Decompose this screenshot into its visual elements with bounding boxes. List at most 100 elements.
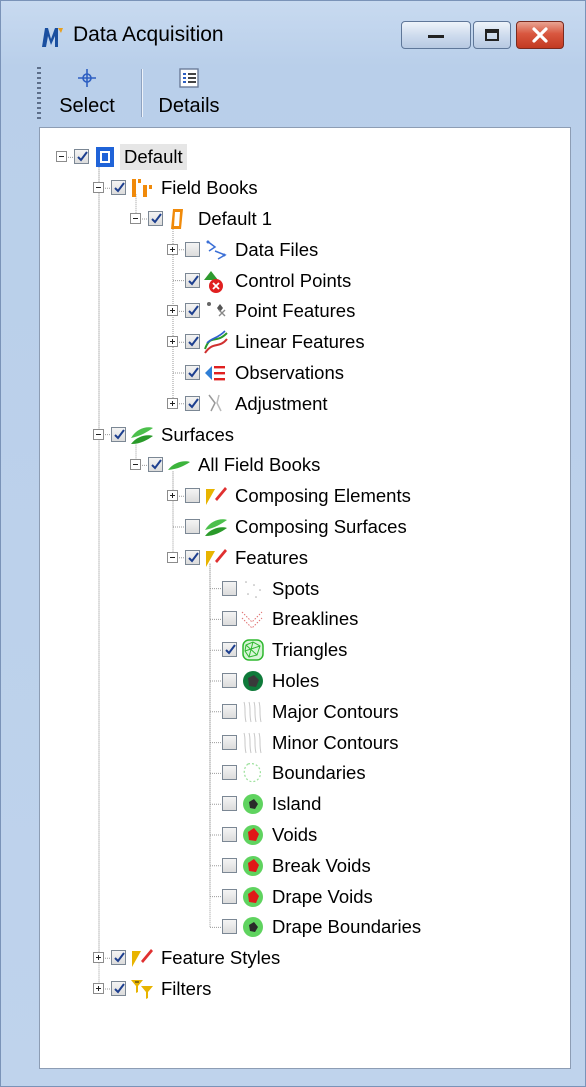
collapse-toggle-default[interactable]: [56, 151, 67, 163]
checkmark-icon: [188, 367, 199, 378]
tree-node-spots[interactable]: Spots: [40, 574, 570, 604]
field-book-icon: [171, 209, 183, 229]
toolbar: Select Details: [31, 63, 561, 123]
tree-node-linear-features[interactable]: Linear Features: [40, 327, 570, 357]
expand-toggle-feature-styles[interactable]: [93, 952, 104, 964]
tree-node-label: Adjustment: [235, 392, 328, 414]
checkbox-minor-contours[interactable]: [222, 734, 237, 750]
minimize-button[interactable]: [401, 21, 471, 49]
checkbox-triangles[interactable]: [222, 642, 237, 658]
checkmark-icon: [114, 983, 125, 994]
tree-node-drape-boundaries[interactable]: Drape Boundaries: [40, 912, 570, 942]
collapse-toggle-default-1[interactable]: [130, 213, 141, 224]
tree-node-label: Observations: [235, 362, 344, 383]
expand-toggle-filters[interactable]: [93, 983, 104, 994]
checkbox-observations[interactable]: [185, 365, 200, 380]
title-bar[interactable]: Data Acquisition: [1, 1, 585, 67]
tree-node-break-voids[interactable]: Break Voids: [40, 851, 570, 881]
tree-node-control-points[interactable]: Control Points: [40, 266, 570, 296]
toolbar-grip[interactable]: [37, 67, 41, 119]
checkbox-control-points[interactable]: [185, 272, 200, 288]
tree-node-data-files[interactable]: Data Files: [40, 235, 570, 265]
select-button[interactable]: Select: [47, 63, 127, 123]
tree-node-boundaries[interactable]: Boundaries: [40, 758, 570, 788]
checkbox-feature-styles[interactable]: [111, 950, 126, 966]
tree-node-major-contours[interactable]: Major Contours: [40, 697, 570, 727]
tree-node-label: Drape Boundaries: [272, 916, 422, 938]
tree-node-filters[interactable]: Filters: [40, 974, 570, 1004]
collapse-toggle-features[interactable]: [167, 551, 178, 563]
checkbox-voids[interactable]: [222, 827, 237, 842]
checkmark-icon: [188, 398, 199, 409]
checkbox-linear-features[interactable]: [185, 334, 200, 350]
details-label: Details: [158, 95, 220, 117]
tree-node-triangles[interactable]: Triangles: [40, 635, 570, 665]
tree-node-features[interactable]: Features: [40, 543, 570, 573]
tree-view[interactable]: Default Field Books Default 1 Data Files Con…: [39, 127, 571, 1069]
tree-node-composing-elements[interactable]: Composing Elements: [40, 481, 570, 511]
maximize-button[interactable]: [473, 21, 511, 49]
tree-node-label: Filters: [161, 978, 212, 999]
tree-node-default[interactable]: Default: [40, 142, 570, 172]
checkmark-icon: [188, 305, 199, 316]
collapse-toggle-all-field-books[interactable]: [130, 459, 141, 471]
tree-node-label: Data Files: [235, 238, 319, 260]
tree-node-holes[interactable]: Holes: [40, 666, 570, 696]
tree-node-all-field-books[interactable]: All Field Books: [40, 450, 570, 480]
checkbox-break-voids[interactable]: [222, 857, 237, 873]
expand-toggle-adjustment[interactable]: [167, 397, 178, 409]
tree-node-feature-styles[interactable]: Feature Styles: [40, 943, 570, 973]
checkbox-all-field-books[interactable]: [148, 457, 163, 473]
expand-toggle-composing-elements[interactable]: [167, 490, 178, 502]
details-button[interactable]: Details: [149, 63, 229, 123]
tree-node-observations[interactable]: Observations: [40, 358, 570, 388]
checkbox-major-contours[interactable]: [222, 703, 237, 719]
tree-node-label: Spots: [272, 577, 320, 599]
tree-node-field-books[interactable]: Field Books: [40, 173, 570, 203]
point-features-icon: [207, 302, 226, 317]
checkbox-data-files[interactable]: [185, 241, 200, 257]
features-icon: [206, 548, 227, 567]
expand-toggle-data-files[interactable]: [167, 243, 178, 255]
checkbox-drape-voids[interactable]: [222, 888, 237, 904]
checkbox-field-books[interactable]: [111, 180, 126, 196]
expand-toggle-point-features[interactable]: [167, 305, 178, 317]
tree-node-label: Boundaries: [272, 762, 366, 784]
expand-toggle-linear-features[interactable]: [167, 336, 178, 348]
close-button[interactable]: [516, 21, 564, 49]
tree-node-label: Field Books: [161, 177, 258, 199]
tree-node-adjustment[interactable]: Adjustment: [40, 389, 570, 419]
tree-node-default-1[interactable]: Default 1: [40, 204, 570, 234]
checkmark-icon: [188, 552, 199, 563]
checkbox-features[interactable]: [185, 549, 200, 565]
tree-node-drape-voids[interactable]: Drape Voids: [40, 882, 570, 912]
tree-node-label: Control Points: [235, 269, 352, 291]
field-books-icon: [132, 179, 152, 198]
checkbox-boundaries[interactable]: [222, 765, 237, 781]
tree-node-breaklines[interactable]: Breaklines: [40, 604, 570, 634]
checkbox-default[interactable]: [74, 149, 89, 165]
collapse-toggle-field-books[interactable]: [93, 182, 104, 194]
checkbox-point-features[interactable]: [185, 303, 200, 319]
tree-node-voids[interactable]: Voids: [40, 820, 570, 850]
checkbox-filters[interactable]: [111, 981, 126, 996]
checkbox-spots[interactable]: [222, 580, 237, 596]
tree-node-minor-contours[interactable]: Minor Contours: [40, 728, 570, 758]
checkbox-surfaces[interactable]: [111, 426, 126, 442]
tree-node-label: All Field Books: [198, 454, 321, 476]
checkbox-composing-surfaces[interactable]: [185, 519, 200, 534]
tree-node-point-features[interactable]: Point Features: [40, 296, 570, 326]
checkbox-adjustment[interactable]: [185, 395, 200, 411]
checkbox-default-1[interactable]: [148, 211, 163, 226]
tree-node-label: Default: [120, 144, 187, 171]
collapse-toggle-surfaces[interactable]: [93, 428, 104, 440]
checkmark-icon: [114, 428, 125, 440]
checkbox-drape-boundaries[interactable]: [222, 919, 237, 935]
tree-node-island[interactable]: Island: [40, 789, 570, 819]
tree-node-composing-surfaces[interactable]: Composing Surfaces: [40, 512, 570, 542]
checkbox-island[interactable]: [222, 796, 237, 812]
checkbox-holes[interactable]: [222, 673, 237, 688]
tree-node-surfaces[interactable]: Surfaces: [40, 420, 570, 450]
checkbox-breaklines[interactable]: [222, 611, 237, 627]
checkbox-composing-elements[interactable]: [185, 488, 200, 504]
